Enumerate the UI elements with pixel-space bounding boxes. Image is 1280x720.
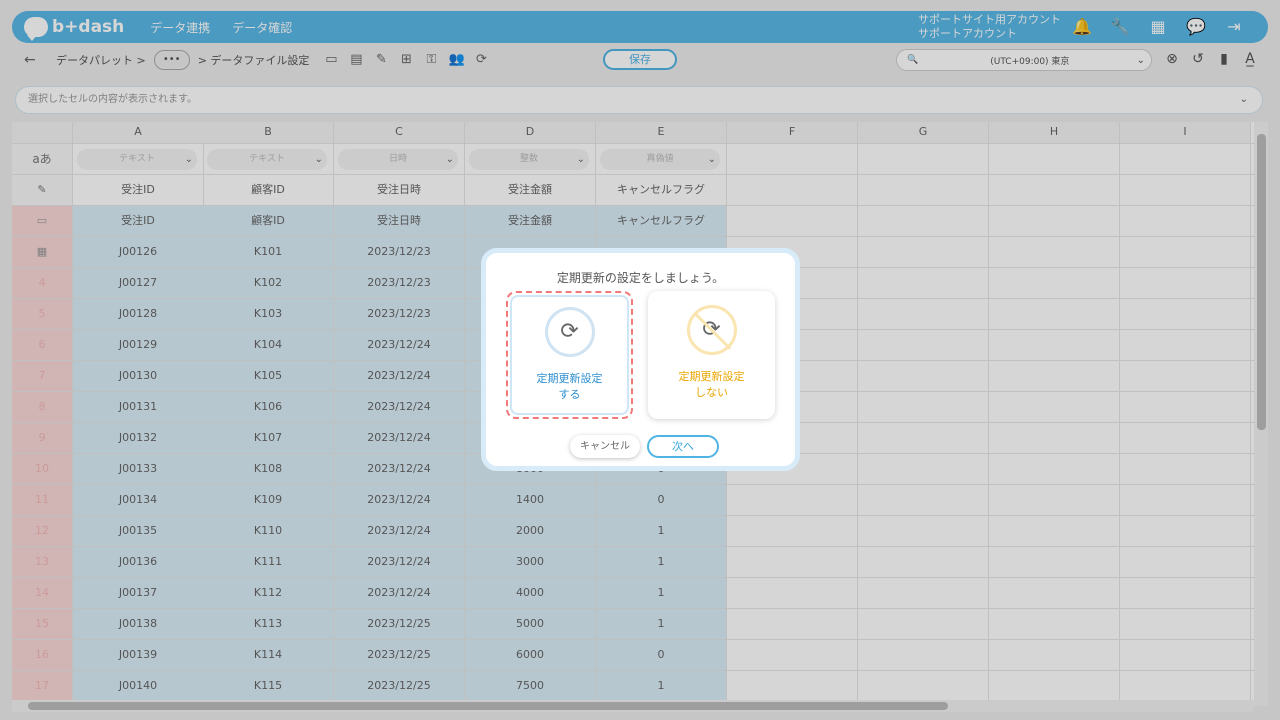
option-disable-label-line2: しない	[695, 386, 728, 399]
option-enable-label-line1: 定期更新設定	[536, 372, 603, 385]
cancel-button[interactable]: キャンセル	[570, 435, 640, 458]
option-enable-inner: ⟳ 定期更新設定 する	[510, 295, 629, 415]
refresh-off-icon: ⟳	[686, 305, 737, 355]
modal-title: 定期更新の設定をしましょう。	[556, 271, 725, 285]
periodic-update-modal: 定期更新の設定をしましょう。 ⟳ 定期更新設定 する ⟳ 定期更新設定 しない …	[481, 248, 800, 471]
option-enable-label: 定期更新設定 する	[510, 371, 629, 403]
option-enable-label-line2: する	[558, 388, 581, 401]
option-enable-periodic-update[interactable]: ⟳ 定期更新設定 する	[506, 291, 633, 419]
refresh-icon: ⟳	[544, 307, 595, 357]
next-button[interactable]: 次へ	[647, 435, 719, 458]
option-disable-label: 定期更新設定 しない	[648, 369, 775, 401]
option-disable-label-line1: 定期更新設定	[678, 370, 745, 383]
option-disable-periodic-update[interactable]: ⟳ 定期更新設定 しない	[648, 291, 775, 419]
